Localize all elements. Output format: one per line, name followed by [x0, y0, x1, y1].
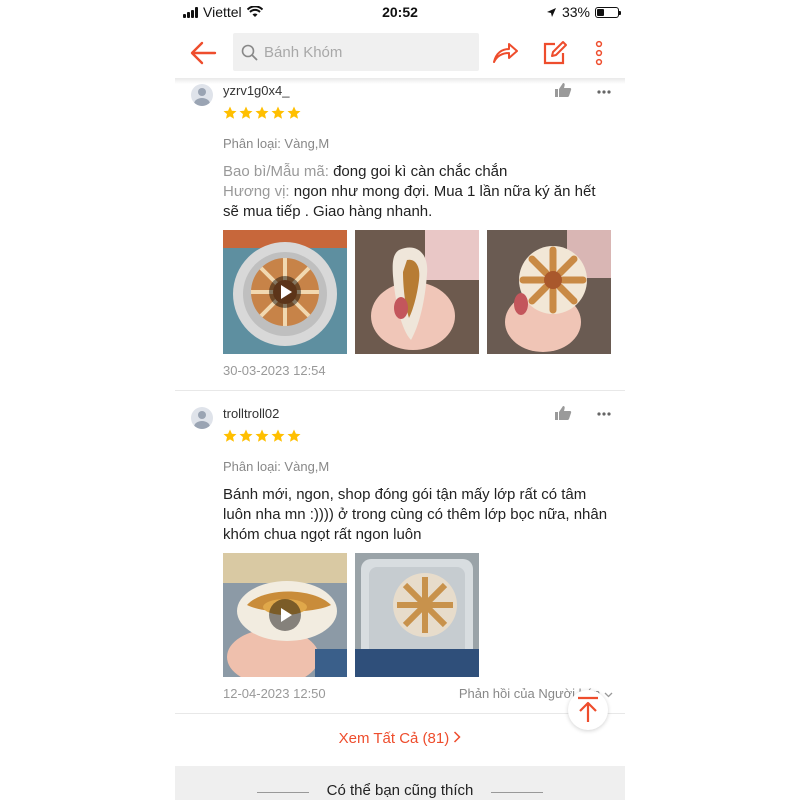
thumbs-up-icon[interactable] [554, 82, 572, 98]
review-variant: Phân loại: Vàng,M [223, 136, 330, 151]
arrow-up-icon [578, 696, 598, 722]
taste-label: Hương vị: [223, 183, 294, 200]
food-photo [355, 230, 479, 354]
review-divider [175, 713, 625, 714]
search-placeholder: Bánh Khóm [264, 43, 343, 61]
search-input[interactable]: Bánh Khóm [233, 33, 479, 71]
review-username[interactable]: trolltroll02 [223, 406, 279, 421]
review-media [223, 230, 611, 354]
search-icon [241, 44, 258, 60]
top-nav: Bánh Khóm [175, 30, 625, 78]
review-photo[interactable] [355, 230, 479, 354]
review-photo[interactable] [355, 553, 479, 677]
star-icon [223, 429, 237, 442]
status-right: 33% [546, 4, 621, 20]
thumbs-up-icon[interactable] [554, 405, 572, 421]
suggestions-title: Có thể bạn cũng thích [175, 782, 625, 799]
scroll-to-top-button[interactable] [568, 690, 608, 730]
review-date: 30-03-2023 12:54 [223, 363, 326, 378]
star-icon [255, 106, 269, 119]
review-date: 12-04-2023 12:50 [223, 686, 326, 701]
star-rating [223, 429, 301, 443]
review-body: Bánh mới, ngon, shop đóng gói tận mấy lớ… [223, 486, 608, 543]
star-icon [287, 106, 301, 119]
review-media [223, 553, 479, 677]
share-icon[interactable] [491, 40, 519, 66]
food-photo [487, 230, 611, 354]
review-divider [175, 390, 625, 391]
see-all-reviews-link[interactable]: Xem Tất Cả (81) [175, 730, 625, 747]
back-arrow-icon[interactable] [189, 40, 217, 66]
battery-icon [595, 6, 621, 18]
review-variant: Phân loại: Vàng,M [223, 459, 330, 474]
food-photo [355, 553, 479, 677]
star-icon [239, 106, 253, 119]
avatar[interactable] [191, 84, 213, 106]
review-video-thumbnail[interactable] [223, 553, 347, 677]
battery-percent: 33% [561, 4, 590, 20]
more-horizontal-icon[interactable] [596, 411, 612, 417]
chevron-right-icon [454, 731, 461, 743]
packaging-value: đong goi kì càn chắc chắn [333, 163, 508, 180]
star-icon [223, 106, 237, 119]
review-body: Bao bì/Mẫu mã: đong goi kì càn chắc chắn… [223, 162, 613, 222]
app-screen: Viettel 20:52 33% Bánh Khóm yzrv1g0x4_ P… [175, 0, 625, 800]
star-icon [239, 429, 253, 442]
star-icon [287, 429, 301, 442]
review-username[interactable]: yzrv1g0x4_ [223, 83, 289, 98]
star-icon [271, 106, 285, 119]
edit-icon[interactable] [541, 40, 569, 66]
see-all-label: Xem Tất Cả (81) [338, 730, 450, 747]
status-bar: Viettel 20:52 33% [175, 0, 625, 24]
play-icon [269, 276, 301, 308]
star-icon [255, 429, 269, 442]
packaging-label: Bao bì/Mẫu mã: [223, 163, 334, 180]
avatar[interactable] [191, 407, 213, 429]
star-icon [271, 429, 285, 442]
more-horizontal-icon[interactable] [596, 89, 612, 95]
review-photo[interactable] [487, 230, 611, 354]
review-video-thumbnail[interactable] [223, 230, 347, 354]
play-icon [269, 599, 301, 631]
more-vertical-icon[interactable] [585, 40, 613, 66]
location-icon [546, 7, 556, 17]
star-rating [223, 106, 301, 120]
